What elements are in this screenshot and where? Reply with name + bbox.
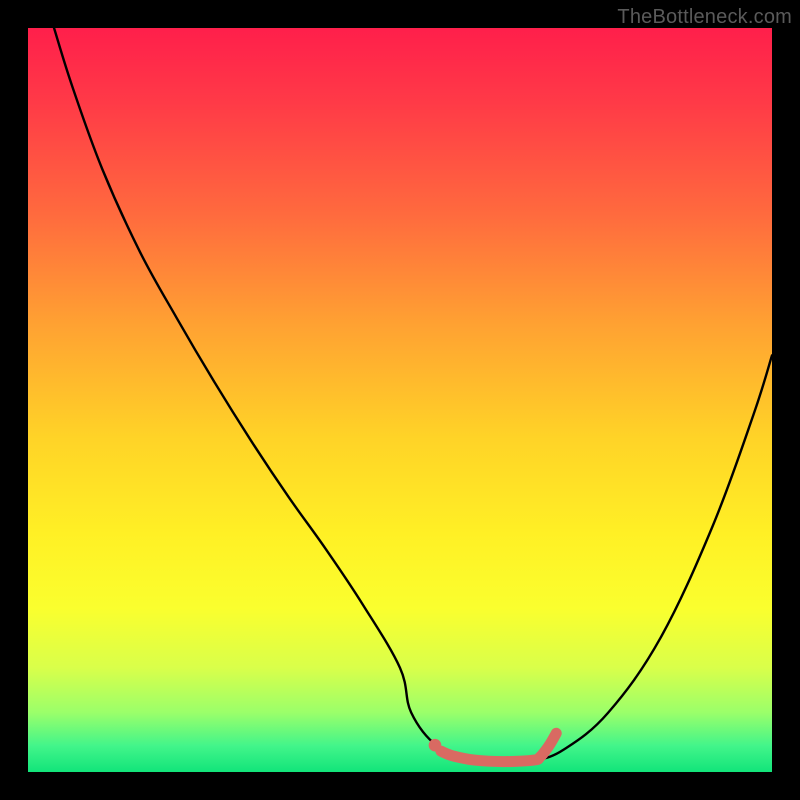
- marker-layer: [429, 739, 442, 752]
- gradient-background: [28, 28, 772, 772]
- bottleneck-chart: [0, 0, 800, 800]
- marker-highlight-dot: [429, 739, 442, 752]
- watermark-text: TheBottleneck.com: [617, 6, 792, 29]
- chart-container: TheBottleneck.com: [0, 0, 800, 800]
